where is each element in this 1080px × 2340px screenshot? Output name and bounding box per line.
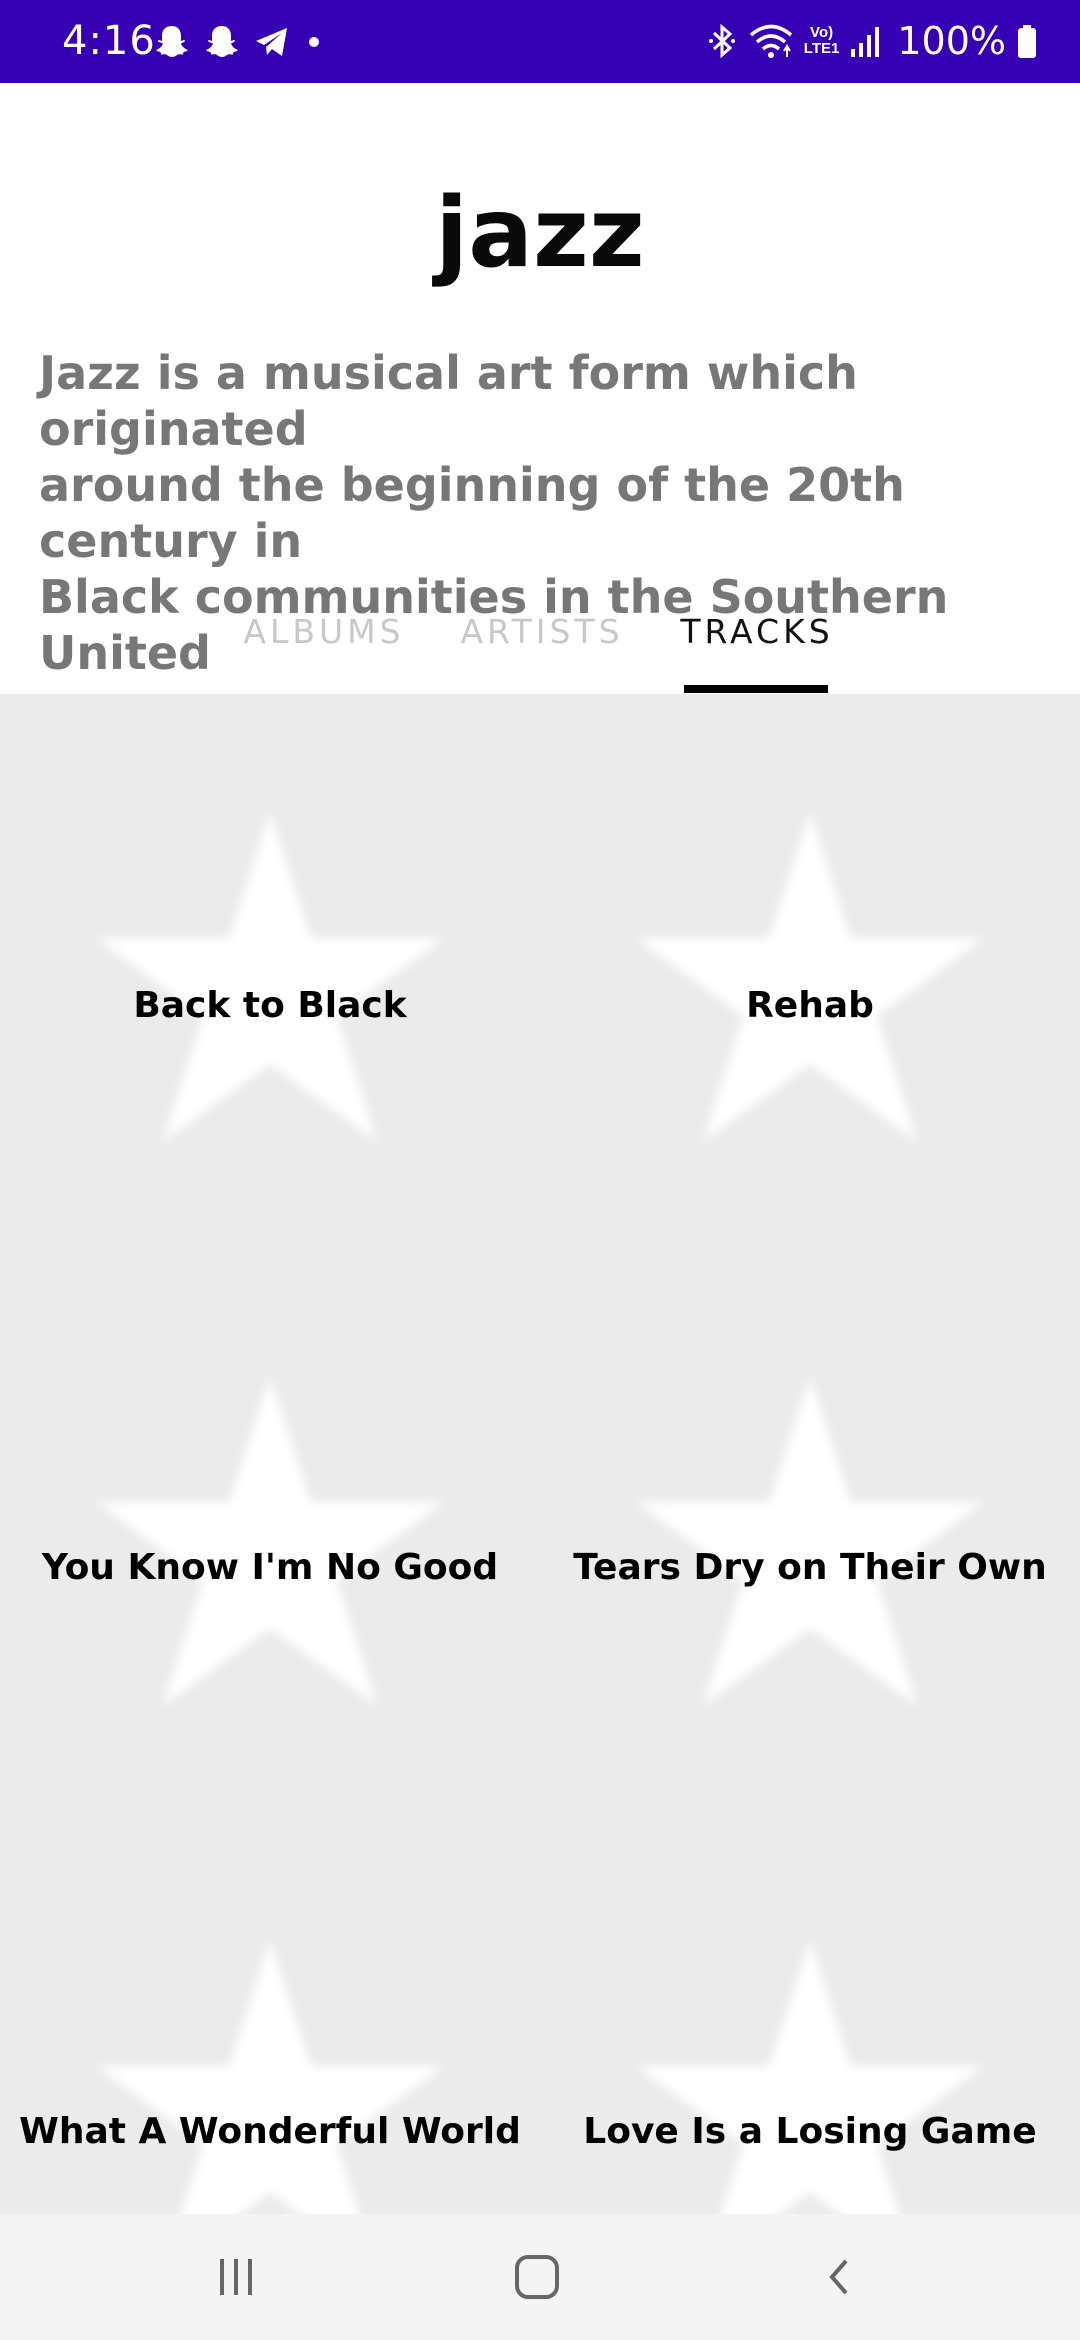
tab-tracks[interactable]: TRACKS [672,596,842,694]
battery-percentage: 100% [897,19,1006,63]
wifi-icon [748,21,794,61]
genre-title: jazz [435,177,645,289]
track-title: Rehab [746,985,874,1026]
tracks-grid: Back to Black Rehab You Know I'm No Good… [0,694,1080,2214]
star-placeholder-icon [96,812,444,1142]
track-card[interactable]: Back to Black [0,694,540,1258]
star-placeholder-icon [96,1376,444,1706]
track-card[interactable]: Tears Dry on Their Own [540,1258,1080,1822]
track-title: What A Wonderful World [19,2111,521,2152]
home-button[interactable] [507,2247,567,2307]
tab-bar: ALBUMS ARTISTS TRACKS [0,596,1080,694]
track-title: Back to Black [133,985,407,1026]
volte-top-label: Vo) [810,24,834,41]
volte-bottom-label: LTE1 [803,40,840,57]
snapchat-icon [152,22,192,62]
status-time: 4:16 [62,18,156,64]
tab-artists[interactable]: ARTISTS [452,596,632,694]
dot-icon [302,22,326,62]
recents-icon [220,2259,252,2295]
track-card[interactable]: Love Is a Losing Game [540,1822,1080,2214]
track-title: Tears Dry on Their Own [573,1547,1047,1588]
signal-icon [849,21,883,61]
system-icons: Vo) LTE1 100% [696,14,1038,68]
back-icon [829,2259,848,2295]
track-card[interactable]: You Know I'm No Good [0,1258,540,1822]
star-placeholder-icon [636,1376,984,1706]
bluetooth-icon [706,21,738,61]
snapchat-icon [202,22,242,62]
telegram-icon [252,22,292,62]
star-placeholder-icon [636,812,984,1142]
volte-icon: Vo) LTE1 [804,25,840,57]
battery-icon [1016,21,1038,61]
tab-albums[interactable]: ALBUMS [236,596,412,694]
star-placeholder-icon [636,1940,984,2214]
home-icon [515,2255,559,2299]
back-button[interactable] [810,2247,870,2307]
status-bar: 4:16 Vo) LTE1 100% [0,0,1080,83]
notification-icons [152,18,336,66]
track-title: You Know I'm No Good [41,1547,499,1588]
recents-button[interactable] [206,2247,266,2307]
track-card[interactable]: Rehab [540,694,1080,1258]
navigation-bar [0,2214,1080,2340]
track-title: Love Is a Losing Game [583,2111,1037,2152]
star-placeholder-icon [96,1940,444,2214]
active-tab-indicator [684,685,828,693]
track-card[interactable]: What A Wonderful World [0,1822,540,2214]
